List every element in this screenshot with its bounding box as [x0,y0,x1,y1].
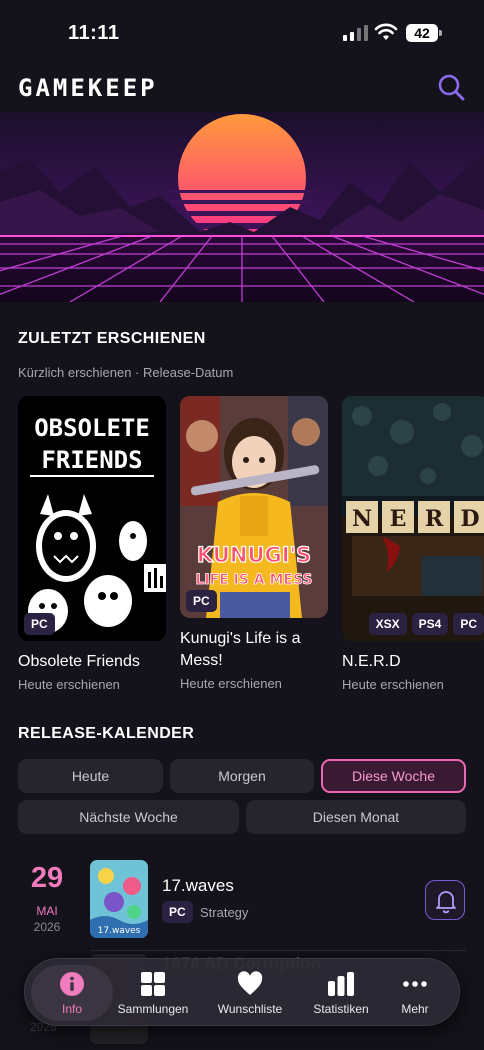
tab-statistiken[interactable]: Statistiken [301,965,381,1021]
wifi-icon [374,23,398,40]
app-header: GAMEKEEP [0,64,484,112]
cover-text: D [460,506,479,532]
cell-signal-icon [343,25,368,41]
tab-info[interactable]: Info [31,965,113,1021]
filter-chip-diesen-monat[interactable]: Diesen Monat [246,800,466,834]
game-title: N.E.R.D [342,653,401,670]
game-cover: KUNUGI'S LIFE IS A MESS PC [180,396,328,618]
recent-games-carousel[interactable]: OBSOLETE FRIENDS PC Obsolete Friends Heu… [18,396,484,701]
filter-chip-heute[interactable]: Heute [18,759,163,793]
filter-chip-naechste-woche[interactable]: Nächste Woche [18,800,239,834]
calendar-section-title: RELEASE-KALENDER [18,725,195,742]
release-year: 2026 [33,920,61,934]
battery-indicator: 42 [406,24,442,42]
cover-text: LIFE IS A MESS [195,572,312,588]
bottom-tab-bar: Info Sammlungen Wunschliste Statistiken … [24,958,460,1026]
cover-text: N [352,506,372,532]
game-cover: OBSOLETE FRIENDS PC [18,396,166,641]
platform-badges: PC [24,613,55,635]
platform-badge: PC [186,590,217,612]
bell-icon [436,891,456,914]
release-status: Heute erschienen [180,676,282,691]
game-title: Obsolete Friends [18,653,140,670]
game-title: Kunugi's Life is a Mess! [180,630,301,669]
release-status: Heute erschienen [342,677,444,692]
status-time: 11:11 [68,22,120,44]
tab-sammlungen[interactable]: Sammlungen [113,965,193,1021]
cover-text: OBSOLETE [34,414,150,442]
thumb-text: 17.waves [98,926,141,936]
platform-badges: PC [162,901,193,923]
tab-label: Mehr [401,1002,429,1016]
game-cover: N E R D XSX PS4 PC [342,396,484,641]
tab-mehr[interactable]: Mehr [385,965,445,1021]
cover-text: E [390,506,407,532]
game-card-kunugi[interactable]: KUNUGI'S LIFE IS A MESS PC Kunugi's Life… [180,396,328,691]
filter-chip-morgen[interactable]: Morgen [170,759,314,793]
release-month: MAI [36,904,58,918]
heart-icon [237,971,263,995]
tab-label: Info [61,1002,82,1016]
platform-badge: PS4 [411,613,449,635]
app-logo: GAMEKEEP [18,74,158,102]
platform-badge: PC [24,613,55,635]
game-card-obsolete-friends[interactable]: OBSOLETE FRIENDS PC Obsolete Friends Heu… [18,396,166,692]
tab-label: Wunschliste [217,1002,283,1016]
notify-button[interactable] [425,880,465,920]
cover-text: R [425,506,444,532]
platform-badge: PC [162,901,193,923]
release-list-item[interactable]: 29 MAI 2026 17.waves 17.waves PC Strateg… [0,856,484,946]
more-dots-icon [403,981,427,987]
recent-section-title: ZULETZT ERSCHIENEN [18,330,206,347]
tab-label: Sammlungen [117,1002,189,1016]
release-day: 29 [30,862,64,894]
release-game-title: 17.waves [162,876,234,895]
battery-level: 42 [406,24,438,42]
recent-section-subtitle: Kürzlich erschienen · Release-Datum [18,365,234,380]
release-status: Heute erschienen [18,677,120,692]
filter-chip-diese-woche[interactable]: Diese Woche [321,759,466,793]
cover-text: KUNUGI'S [197,543,311,567]
game-thumbnail: 17.waves [90,860,148,938]
search-icon[interactable] [436,72,466,102]
game-card-nerd[interactable]: N E R D XSX PS4 PC N.E.R.D Heute erschie… [342,396,484,692]
info-icon [60,972,84,996]
platform-badge: PC [453,613,484,635]
platform-badges: XSX PS4 PC [368,613,484,635]
platform-badges: PC [186,590,217,612]
status-bar: 11:11 42 [0,0,484,64]
hero-banner [0,112,484,302]
synthwave-hero-image [0,112,484,302]
bar-chart-icon [328,972,354,996]
grid-icon [141,972,165,996]
cover-text: FRIENDS [41,446,142,474]
platform-badge: XSX [368,613,407,635]
tab-label: Statistiken [313,1002,369,1016]
tab-wunschliste[interactable]: Wunschliste [201,965,299,1021]
release-genre: Strategy [200,905,249,920]
